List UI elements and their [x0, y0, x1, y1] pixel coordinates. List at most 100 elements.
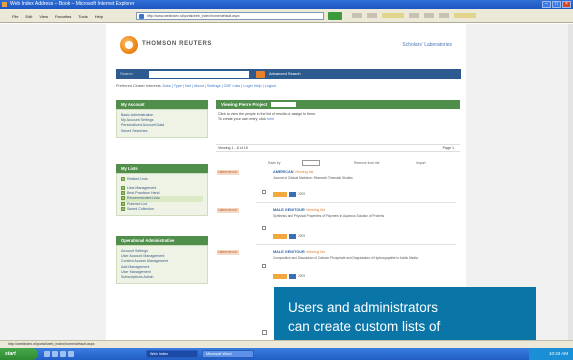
- quick-launch: [44, 351, 74, 357]
- row-meta: 2009: [298, 234, 306, 238]
- row-label: Latest record: [217, 208, 239, 213]
- page-title: Viewing Pierre Project: [221, 102, 268, 107]
- page-background-left: [0, 24, 106, 340]
- toolbar-button[interactable]: [352, 13, 362, 18]
- quick-launch-icon[interactable]: [44, 351, 50, 357]
- row-badge: [289, 234, 296, 239]
- intro-link[interactable]: here: [267, 117, 274, 121]
- sidebar-box: Basic Administration My Account Settings…: [116, 109, 208, 138]
- minimize-button[interactable]: –: [542, 1, 551, 8]
- sidebar-item[interactable]: Subscriptions Admin: [121, 275, 203, 280]
- status-text: http://webindex.nl/portal/web_index/home…: [8, 342, 95, 346]
- sidebar-box-title: My Account: [116, 100, 208, 109]
- browser-status-bar: http://webindex.nl/portal/web_index/home…: [0, 340, 573, 348]
- row-badge: [273, 274, 287, 279]
- checkbox-icon: [121, 196, 125, 201]
- row-title[interactable]: AMERICAN Viewing list: [273, 170, 313, 174]
- sidebar-box-title: Operational Administrative: [116, 236, 208, 246]
- address-text: http://www.webindex.nl/portal/web_index/…: [147, 14, 240, 18]
- sidebar-box: Account Settings User Account Management…: [116, 245, 208, 285]
- search-go-button[interactable]: [256, 70, 265, 78]
- row-badge: [273, 234, 287, 239]
- search-input[interactable]: [149, 70, 249, 78]
- column-header[interactable]: Remove from list: [354, 161, 379, 165]
- start-button[interactable]: start: [0, 348, 38, 360]
- close-button[interactable]: ×: [562, 1, 571, 8]
- go-button[interactable]: [328, 12, 342, 20]
- advanced-search-link[interactable]: Advanced Search: [269, 71, 301, 76]
- row-checkbox[interactable]: [262, 190, 266, 194]
- pagination[interactable]: Page 1: [443, 145, 454, 152]
- sidebar-box: Related Lists Lists Management Best Prac…: [116, 172, 208, 217]
- toolbar-button[interactable]: [439, 13, 449, 18]
- page-icon: [139, 14, 144, 19]
- menu-help[interactable]: Help: [95, 14, 103, 19]
- menu-favorites[interactable]: Favorites: [55, 14, 71, 19]
- address-bar[interactable]: http://www.webindex.nl/portal/web_index/…: [136, 12, 324, 20]
- browser-title-bar: Web Index Address – Book – Microsoft Int…: [0, 0, 573, 9]
- sidebar-box-title: My Lists: [116, 163, 208, 173]
- favorites-button[interactable]: [454, 13, 476, 18]
- row-divider: [256, 202, 456, 203]
- column-header[interactable]: Import: [416, 161, 426, 165]
- search-bar: Search Advanced Search: [116, 69, 461, 79]
- sidebar-item[interactable]: Saved Searches: [121, 129, 203, 134]
- checkbox-icon: [121, 201, 125, 206]
- row-title[interactable]: MALE GENITOUR Viewing list: [273, 250, 325, 254]
- caption-line: Users and administrators: [288, 300, 439, 315]
- caption-line: can create custom lists of: [288, 319, 441, 334]
- row-checkbox[interactable]: [262, 330, 267, 335]
- row-checkbox[interactable]: [262, 264, 266, 268]
- row-title[interactable]: MALE GENITOUR Viewing list: [273, 208, 325, 212]
- row-divider: [256, 244, 456, 245]
- toolbar-buttons: [352, 13, 476, 18]
- menu-view[interactable]: View: [39, 14, 48, 19]
- row-label: Latest record: [217, 250, 239, 255]
- browser-toolbar: File Edit View Favorites Tools Help http…: [0, 9, 573, 23]
- toolbar-button[interactable]: [367, 13, 377, 18]
- scrollbar[interactable]: [568, 24, 573, 340]
- row-meta: 2009: [298, 192, 306, 196]
- checkbox-icon: [121, 186, 125, 191]
- row-description: Composition and Dissolution of Calcium P…: [273, 256, 418, 260]
- site-header: THOMSON REUTERS Scholars’ Laboratories: [106, 24, 466, 64]
- row-badge: [289, 274, 296, 279]
- checkbox-icon: [121, 191, 125, 196]
- row-meta: 2009: [298, 274, 306, 278]
- search-label: Search: [120, 71, 133, 76]
- list-item[interactable]: Saved Collection: [121, 207, 203, 212]
- maximize-button[interactable]: □: [552, 1, 561, 8]
- row-label: Latest record: [217, 170, 239, 175]
- header-link[interactable]: Scholars’ Laboratories: [402, 42, 452, 48]
- taskbar-item[interactable]: Microsoft Word: [202, 350, 254, 358]
- toolbar-button[interactable]: [409, 13, 419, 18]
- thomson-reuters-logo-icon: [120, 36, 138, 54]
- row-checkbox[interactable]: [262, 226, 266, 230]
- menu-bar: File Edit View Favorites Tools Help: [12, 14, 103, 19]
- intro-text: Click to view the people in the list of …: [216, 112, 460, 122]
- main-title-bar: Viewing Pierre Project: [216, 100, 460, 109]
- quick-launch-icon[interactable]: [68, 351, 74, 357]
- windows-taskbar: start Web Index Microsoft Word 10:43 AM: [0, 348, 573, 360]
- sidebar: My Account Basic Administration My Accou…: [116, 100, 208, 340]
- toolbar-button[interactable]: [424, 13, 434, 18]
- row-description: Synthesis and Physical Properties of Pol…: [273, 214, 385, 218]
- rank-select[interactable]: [302, 160, 320, 166]
- row-badge: [273, 192, 287, 197]
- checkbox-icon: [121, 176, 125, 181]
- system-clock: 10:43 AM: [529, 348, 573, 360]
- menu-file[interactable]: File: [12, 14, 18, 19]
- menu-edit[interactable]: Edit: [25, 14, 32, 19]
- menu-tools[interactable]: Tools: [78, 14, 87, 19]
- browser-title: Web Index Address – Book – Microsoft Int…: [10, 1, 135, 7]
- search-box[interactable]: [382, 13, 404, 18]
- checkbox-icon: [121, 206, 125, 211]
- taskbar-item[interactable]: Web Index: [146, 350, 198, 358]
- title-tag: [271, 102, 297, 108]
- row-badge: [289, 192, 296, 197]
- quick-launch-icon[interactable]: [60, 351, 66, 357]
- quick-launch-icon[interactable]: [52, 351, 58, 357]
- intro-line: To create your own entry, click: [218, 117, 267, 121]
- column-header: Rank by: [268, 161, 281, 165]
- tagline-links[interactable]: Data | Type | Net | About | Settings | C…: [163, 84, 277, 88]
